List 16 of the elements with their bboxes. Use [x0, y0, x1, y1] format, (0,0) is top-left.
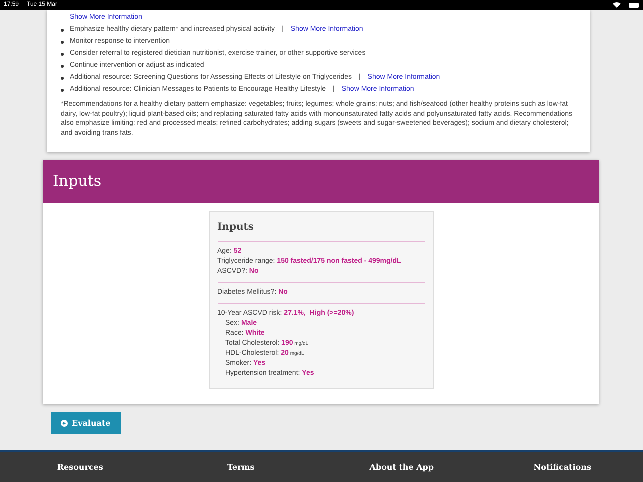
bullet-icon — [61, 64, 64, 68]
footer-link[interactable]: Terms — [227, 461, 255, 473]
bullet-icon — [61, 88, 64, 92]
footer-link[interactable]: About the App — [370, 461, 434, 473]
bullet-icon — [61, 76, 64, 80]
arrow-circle-icon — [61, 420, 68, 426]
card-title: Inputs — [218, 220, 424, 242]
bullet-icon — [61, 52, 64, 56]
bullet-icon — [61, 28, 64, 32]
footer-link[interactable]: Resources — [57, 461, 104, 473]
footer-link[interactable]: Notifications — [534, 461, 592, 473]
bullet-icon — [61, 40, 64, 44]
wifi-icon — [613, 2, 621, 8]
battery-icon — [629, 2, 639, 8]
panel-title: Inputs — [53, 171, 102, 192]
evaluate-button[interactable]: Evaluate — [51, 412, 121, 434]
